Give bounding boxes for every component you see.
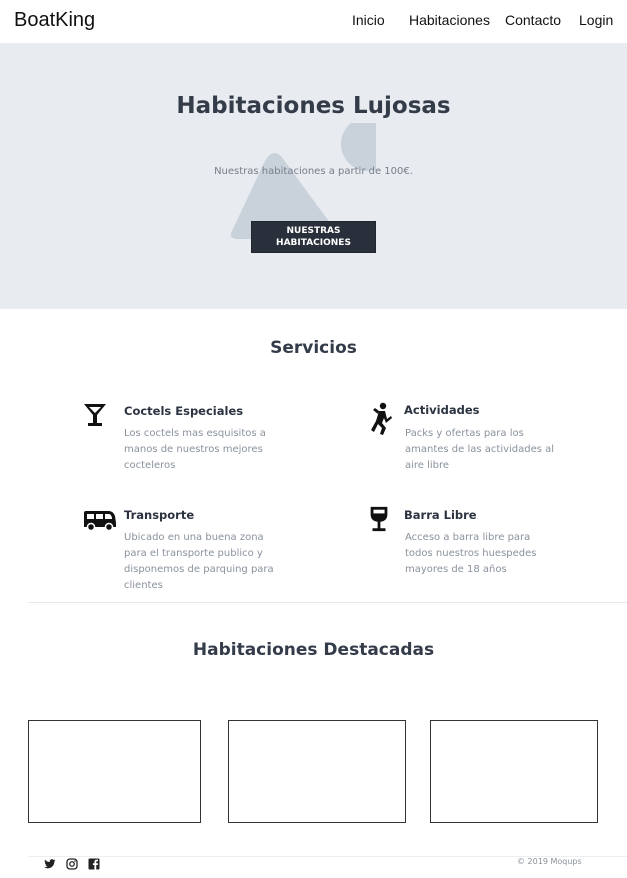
our-rooms-button-line1: NUESTRAS (286, 226, 341, 236)
service-desc-open-bar: Acceso a barra libre para todos nuestros… (405, 530, 537, 578)
service-title-open-bar: Barra Libre (404, 508, 477, 522)
service-desc-transport: Ubicado en una buena zona para el transp… (124, 530, 274, 594)
service-desc-line: amantes de las actividades al (405, 444, 555, 455)
services-title: Servicios (270, 338, 357, 358)
service-desc-cocktails: Los coctels mas esquisitos a manos de nu… (124, 426, 266, 474)
wine-glass-icon (370, 506, 388, 532)
service-desc-line: manos de nuestros mejores (124, 444, 263, 455)
service-desc-line: cocteleros (124, 460, 176, 471)
room-card[interactable] (430, 720, 598, 823)
hero-section: Habitaciones Lujosas Nuestras habitacion… (0, 43, 627, 309)
copyright-text: © 2019 Moqups (517, 857, 582, 866)
nav-link-login[interactable]: Login (579, 12, 613, 28)
hero-subtitle: Nuestras habitaciones a partir de 100€. (214, 166, 413, 177)
service-desc-line: clientes (124, 580, 163, 591)
service-title-activities: Actividades (404, 403, 480, 417)
instagram-icon[interactable] (66, 858, 78, 870)
our-rooms-button[interactable]: NUESTRAS HABITACIONES (251, 221, 376, 253)
service-desc-activities: Packs y ofertas para los amantes de las … (405, 426, 554, 474)
van-icon (84, 511, 116, 532)
facebook-icon[interactable] (88, 858, 100, 870)
activity-icon (371, 402, 392, 435)
hero-title: Habitaciones Lujosas (176, 93, 451, 119)
service-title-cocktails: Coctels Especiales (124, 404, 244, 418)
service-desc-line: Acceso a barra libre para (405, 532, 531, 543)
service-desc-line: Los coctels mas esquisitos a (124, 428, 266, 439)
brand-logo[interactable]: BoatKing (14, 9, 95, 32)
service-desc-line: Packs y ofertas para los (405, 428, 524, 439)
service-desc-line: todos nuestros huespedes (405, 548, 537, 559)
service-desc-line: Ubicado en una buena zona (124, 532, 264, 543)
room-card[interactable] (228, 720, 406, 823)
our-rooms-button-line2: HABITACIONES (276, 238, 351, 248)
nav-link-contacto[interactable]: Contacto (505, 12, 561, 28)
nav-link-inicio[interactable]: Inicio (352, 12, 385, 28)
service-title-transport: Transporte (124, 508, 195, 522)
twitter-icon[interactable] (44, 858, 56, 870)
cocktail-icon (84, 404, 106, 426)
featured-rooms-title: Habitaciones Destacadas (192, 640, 435, 660)
room-card[interactable] (28, 720, 201, 823)
nav-link-habitaciones[interactable]: Habitaciones (409, 12, 490, 28)
service-desc-line: disponemos de parquing para (124, 564, 274, 575)
service-desc-line: para el transporte publico y (124, 548, 263, 559)
service-desc-line: mayores de 18 años (405, 564, 507, 575)
top-navbar: BoatKing Inicio Habitaciones Contacto Lo… (0, 0, 627, 43)
service-desc-line: aire libre (405, 460, 450, 471)
section-divider (28, 602, 627, 603)
